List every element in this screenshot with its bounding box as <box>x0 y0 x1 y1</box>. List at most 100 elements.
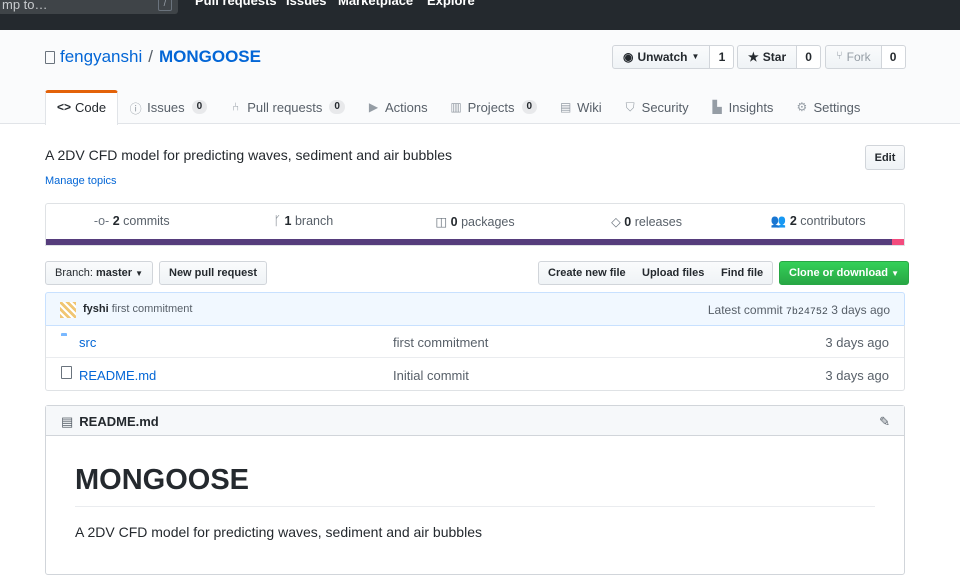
fork-group: ⑂ Fork 0 <box>825 45 906 69</box>
tab-projects-label: Projects <box>467 100 515 115</box>
package-icon: ◫ <box>435 215 448 229</box>
file-age: 3 days ago <box>825 335 889 350</box>
commit-sha[interactable]: 7b24752 <box>786 307 828 318</box>
find-file-button[interactable]: Find file <box>712 261 774 285</box>
watch-button[interactable]: ◉ Unwatch ▼ <box>612 45 711 69</box>
packages-count: 0 <box>450 215 458 229</box>
star-group: ★ Star 0 <box>737 45 822 69</box>
latest-commit-info: Latest commit 7b24752 3 days ago <box>708 303 890 318</box>
star-label: Star <box>762 50 787 64</box>
file-list: src first commitment 3 days ago README.m… <box>45 325 905 391</box>
tab-settings[interactable]: ⚙ Settings <box>784 90 871 124</box>
repo-header: fengyanshi / MONGOOSE ◉ Unwatch ▼ 1 ★ St… <box>0 30 960 125</box>
file-commit-message[interactable]: first commitment <box>393 335 488 350</box>
fork-button[interactable]: ⑂ Fork <box>825 45 882 69</box>
new-pull-request-button[interactable]: New pull request <box>159 261 268 285</box>
caret-down-icon: ▼ <box>691 52 700 61</box>
language-bar-primary <box>46 239 892 245</box>
issue-icon: ⓘ <box>129 102 142 116</box>
readme-file-label: README.md <box>79 414 159 429</box>
tab-wiki[interactable]: ▤ Wiki <box>548 90 613 124</box>
repo-tabs: <> Code ⓘ Issues 0 ⑃ Pull requests 0 ▶ A… <box>45 90 871 125</box>
fork-label: Fork <box>846 50 871 64</box>
nav-issues[interactable]: Issues <box>286 0 326 8</box>
code-icon: <> <box>57 100 72 114</box>
global-header: mp to… / Pull requests Issues Marketplac… <box>0 0 960 30</box>
branch-label: branch <box>294 214 334 228</box>
shield-icon: ⛉ <box>625 100 635 114</box>
star-button[interactable]: ★ Star <box>737 45 798 69</box>
pencil-icon[interactable]: ✎ <box>879 414 890 430</box>
readme-divider <box>75 506 875 507</box>
tab-issues-label: Issues <box>147 100 185 115</box>
file-name-link[interactable]: src <box>79 335 96 350</box>
commits-label: commits <box>123 214 170 228</box>
avatar[interactable] <box>60 302 76 318</box>
commit-summary: fyshi first commitment <box>83 303 192 315</box>
branch-name: master <box>95 267 133 279</box>
fork-count[interactable]: 0 <box>881 45 906 69</box>
nav-pull-requests[interactable]: Pull requests <box>195 0 277 8</box>
graph-icon: ▙ <box>712 100 722 114</box>
edit-description-button[interactable]: Edit <box>865 145 905 170</box>
create-new-file-button[interactable]: Create new file <box>538 261 636 285</box>
tab-wiki-label: Wiki <box>577 100 602 115</box>
star-icon: ★ <box>748 50 759 64</box>
book-icon: ▤ <box>61 414 74 429</box>
readme-header: ▤ README.md <box>46 406 904 436</box>
branch-icon: ᚴ <box>273 214 282 228</box>
tab-security-label: Security <box>641 100 689 115</box>
tab-projects[interactable]: ▥ Projects 0 <box>439 90 549 124</box>
tab-code[interactable]: <> Code <box>45 90 119 125</box>
branch-select-button[interactable]: Branch: master ▼ <box>45 261 154 285</box>
slash-key-hint: / <box>158 0 172 11</box>
tab-pull-requests[interactable]: ⑃ Pull requests 0 <box>218 90 356 124</box>
tab-actions[interactable]: ▶ Actions <box>356 90 439 124</box>
file-commit-message[interactable]: Initial commit <box>393 368 469 383</box>
commit-author[interactable]: fyshi <box>83 303 109 315</box>
caret-down-icon: ▼ <box>135 269 144 278</box>
commit-message[interactable]: first commitment <box>112 303 193 315</box>
file-name-link[interactable]: README.md <box>79 368 156 383</box>
watch-label: Unwatch <box>637 50 688 64</box>
caret-down-icon: ▼ <box>891 269 899 278</box>
upload-files-button[interactable]: Upload files <box>633 261 715 285</box>
nav-marketplace[interactable]: Marketplace <box>338 0 413 8</box>
tag-icon: ◇ <box>611 215 621 229</box>
file-age: 3 days ago <box>825 368 889 383</box>
language-bar[interactable] <box>46 239 904 245</box>
search-placeholder: mp to… <box>2 0 48 12</box>
repo-owner-link[interactable]: fengyanshi <box>60 47 142 67</box>
latest-commit-label: Latest commit <box>707 303 783 317</box>
play-icon: ▶ <box>368 100 379 114</box>
tab-issues[interactable]: ⓘ Issues 0 <box>118 90 218 124</box>
tab-security[interactable]: ⛉ Security <box>613 90 700 124</box>
tab-code-label: Code <box>75 100 107 115</box>
clone-label: Clone or download <box>789 267 888 279</box>
table-row: README.md Initial commit 3 days ago <box>46 357 904 389</box>
branch-prefix: Branch: <box>55 267 93 279</box>
repo-name-link[interactable]: MONGOOSE <box>159 47 261 67</box>
fork-icon: ⑂ <box>836 50 843 62</box>
file-icon <box>61 366 72 379</box>
commits-count: 2 <box>112 214 120 228</box>
branch-count: 1 <box>284 214 292 228</box>
pull-requests-counter: 0 <box>329 100 345 114</box>
book-icon: ▤ <box>559 100 572 114</box>
tab-actions-label: Actions <box>384 100 428 115</box>
eye-icon: ◉ <box>623 50 634 64</box>
watch-count[interactable]: 1 <box>710 45 735 69</box>
packages-label: packages <box>461 215 515 229</box>
latest-commit-bar: fyshi first commitment Latest commit 7b2… <box>45 292 905 326</box>
issues-counter: 0 <box>191 100 208 114</box>
project-icon: ▥ <box>450 100 462 114</box>
star-count[interactable]: 0 <box>797 45 822 69</box>
contributors-label: contributors <box>800 214 866 228</box>
manage-topics-link[interactable]: Manage topics <box>45 175 117 187</box>
releases-count: 0 <box>624 215 632 229</box>
clone-or-download-button[interactable]: Clone or download ▼ <box>779 261 909 285</box>
tab-insights[interactable]: ▙ Insights <box>700 90 785 124</box>
global-search-input[interactable]: mp to… / <box>0 0 178 14</box>
readme-body: A 2DV CFD model for predicting waves, se… <box>75 524 482 540</box>
nav-explore[interactable]: Explore <box>427 0 475 8</box>
